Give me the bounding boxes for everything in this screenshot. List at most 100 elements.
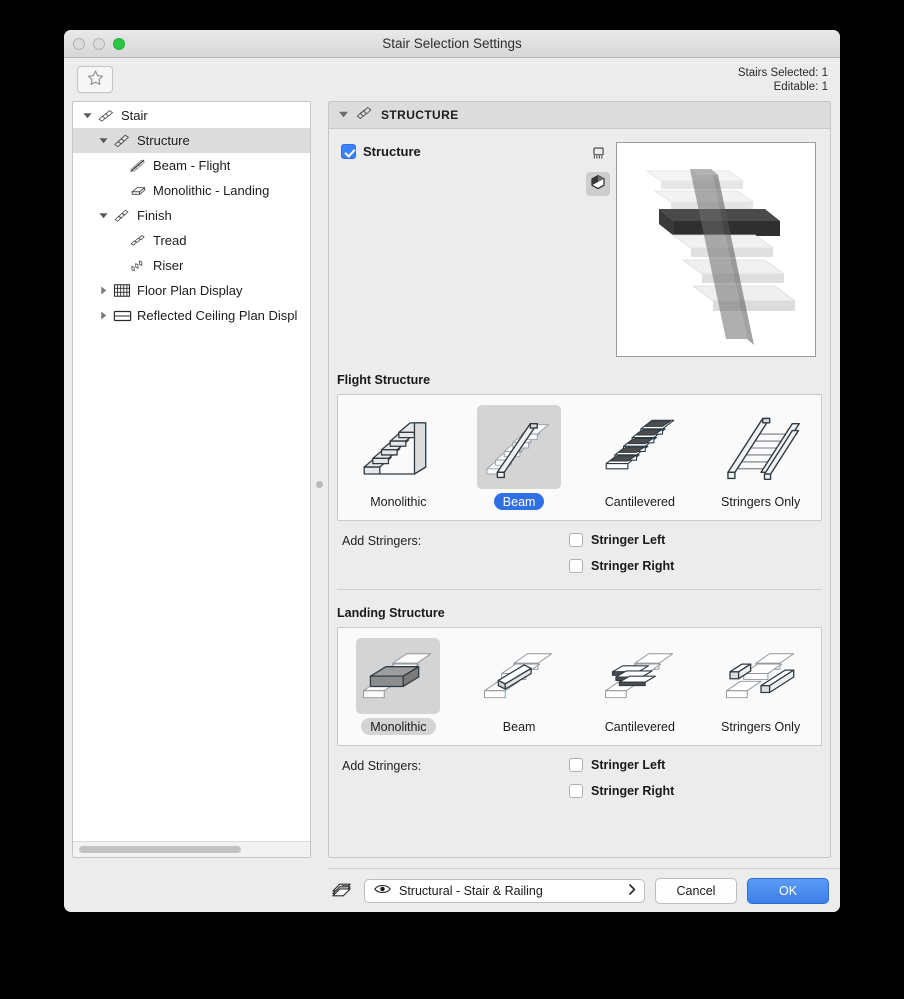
- stringer-right-checkbox[interactable]: [569, 559, 583, 573]
- sidebar-item-floor-plan-display[interactable]: Floor Plan Display: [73, 278, 310, 303]
- structure-toggle-row: Structure: [329, 129, 830, 357]
- disclosure-right-icon[interactable]: [95, 286, 111, 295]
- stringer-left-checkbox[interactable]: [569, 533, 583, 547]
- landing-structure-option-stringers-only[interactable]: Stringers Only: [700, 634, 821, 737]
- finish-icon: [111, 208, 133, 223]
- landing-cantilevered-icon: [598, 642, 682, 712]
- sidebar-item-stair[interactable]: Stair: [73, 103, 310, 128]
- stringer-right-checkbox[interactable]: [569, 784, 583, 798]
- disclosure-down-icon[interactable]: [95, 136, 111, 145]
- reflected-ceiling-icon: [111, 309, 133, 323]
- selection-counts: Stairs Selected: 1 Editable: 1: [738, 66, 830, 94]
- window-titlebar: Stair Selection Settings: [64, 30, 840, 58]
- stair-icon: [95, 108, 117, 123]
- flight-structure-options: Monolithic Beam Cantilevered Stringers O…: [337, 394, 822, 521]
- structure-3d-preview[interactable]: [616, 142, 816, 357]
- stair-monolithic-icon: [356, 409, 440, 487]
- close-button[interactable]: [73, 37, 85, 50]
- landing-structure-option-cantilevered[interactable]: Cantilevered: [580, 634, 701, 737]
- sidebar-item-label: Tread: [153, 233, 187, 248]
- option-thumbnail: [356, 638, 441, 714]
- option-thumbnail: [598, 405, 682, 489]
- landing-add-stringers-label: Add Stringers:: [342, 759, 422, 773]
- stairs-selected-text: Stairs Selected: 1: [737, 66, 828, 79]
- option-label: Cantilevered: [604, 719, 675, 734]
- structure-checkbox[interactable]: [341, 144, 356, 159]
- option-label: Beam: [493, 493, 545, 510]
- sidebar-item-tread[interactable]: Tread: [73, 228, 310, 253]
- preview-stair-drawing: [645, 169, 797, 345]
- disclosure-right-icon[interactable]: [95, 311, 111, 320]
- disclosure-down-icon[interactable]: [95, 211, 111, 220]
- settings-content: STRUCTURE Structure Flight Structure Mon…: [328, 101, 831, 858]
- disclosure-down-icon[interactable]: [79, 111, 95, 120]
- option-label: Stringers Only: [721, 719, 801, 734]
- flight-structure-stringer-left-checkbox-row[interactable]: Stringer Left: [569, 533, 674, 547]
- landing-stringer-checkboxes: Stringer Left Stringer Right: [569, 758, 674, 798]
- star-icon: [87, 69, 104, 91]
- flight-structure-option-beam[interactable]: Beam: [459, 401, 580, 512]
- structure-section-header[interactable]: STRUCTURE: [329, 102, 830, 129]
- stair-beam-icon: [477, 409, 561, 487]
- sidebar-item-reflected-ceiling-plan-displ[interactable]: Reflected Ceiling Plan Displ: [73, 303, 310, 328]
- floor-plan-view-button[interactable]: [586, 144, 610, 168]
- sidebar-item-riser[interactable]: Riser: [73, 253, 310, 278]
- flight-structure-option-cantilevered[interactable]: Cantilevered: [580, 401, 701, 512]
- sidebar-item-label: Beam - Flight: [153, 158, 231, 173]
- checkbox-label: Stringer Left: [591, 533, 666, 547]
- flight-structure-option-monolithic[interactable]: Monolithic: [338, 401, 459, 512]
- landing-structure-option-beam[interactable]: Beam: [459, 634, 580, 737]
- sidebar-item-structure[interactable]: Structure: [73, 128, 310, 153]
- flight-structure-option-stringers-only[interactable]: Stringers Only: [700, 401, 821, 512]
- option-label: Monolithic: [370, 494, 427, 509]
- section-title: STRUCTURE: [381, 108, 459, 122]
- sidebar-item-label: Floor Plan Display: [137, 283, 243, 298]
- cancel-button[interactable]: Cancel: [655, 877, 737, 904]
- eye-icon: [374, 883, 391, 898]
- landing-structure-stringer-left-checkbox-row[interactable]: Stringer Left: [569, 758, 674, 772]
- window-title: Stair Selection Settings: [382, 36, 522, 51]
- stringer-left-checkbox[interactable]: [569, 758, 583, 772]
- sidebar-horizontal-scrollbar[interactable]: [73, 841, 310, 857]
- 3d-view-button[interactable]: [586, 172, 610, 196]
- minimize-button[interactable]: [93, 37, 105, 50]
- sidebar-item-label: Riser: [153, 258, 184, 273]
- preview-view-tools: [584, 142, 612, 357]
- panel-splitter[interactable]: [311, 101, 328, 868]
- flight-add-stringers-row: Add Stringers: Stringer Left Stringer Rig…: [329, 521, 830, 577]
- editable-count-text: Editable: 1: [773, 80, 828, 93]
- pen-set-select[interactable]: Structural - Stair & Railing: [364, 878, 645, 903]
- option-label: Stringers Only: [721, 494, 801, 509]
- option-thumbnail: [477, 405, 562, 489]
- structure-icon: [111, 133, 133, 149]
- layers-icon: [330, 879, 353, 903]
- sidebar-item-label: Structure: [137, 133, 190, 148]
- zoom-button[interactable]: [113, 37, 125, 50]
- option-label: Monolithic: [361, 718, 436, 735]
- flight-add-stringers-label: Add Stringers:: [342, 534, 422, 548]
- splitter-grip[interactable]: [316, 481, 323, 488]
- chevron-down-icon[interactable]: [339, 106, 348, 124]
- sidebar-item-beam-flight[interactable]: Beam - Flight: [73, 153, 310, 178]
- sidebar-item-monolithic-landing[interactable]: Monolithic - Landing: [73, 178, 310, 203]
- ok-button[interactable]: OK: [747, 877, 829, 904]
- 3d-view-icon: [590, 174, 606, 195]
- option-thumbnail: [719, 405, 803, 489]
- favorites-button[interactable]: [77, 66, 113, 93]
- structure-checkbox-row[interactable]: Structure: [341, 144, 584, 159]
- floor-plan-icon: [111, 283, 133, 298]
- structure-panel-body: Structure Flight Structure Monolithic Be…: [329, 129, 830, 857]
- option-label: Beam: [502, 719, 536, 734]
- riser-icon: [127, 259, 149, 272]
- chevron-right-icon[interactable]: [628, 883, 636, 898]
- landing-structure-option-monolithic[interactable]: Monolithic: [338, 634, 459, 737]
- sidebar-item-label: Stair: [121, 108, 148, 123]
- structure-icon: [355, 105, 374, 126]
- landing-stringers-only-icon: [719, 642, 803, 712]
- sidebar-item-finish[interactable]: Finish: [73, 203, 310, 228]
- landing-monolithic-icon: [356, 642, 440, 712]
- layers-button[interactable]: [328, 879, 354, 903]
- landing-structure-stringer-right-checkbox-row[interactable]: Stringer Right: [569, 784, 674, 798]
- scrollbar-thumb[interactable]: [79, 846, 241, 853]
- flight-structure-stringer-right-checkbox-row[interactable]: Stringer Right: [569, 559, 674, 573]
